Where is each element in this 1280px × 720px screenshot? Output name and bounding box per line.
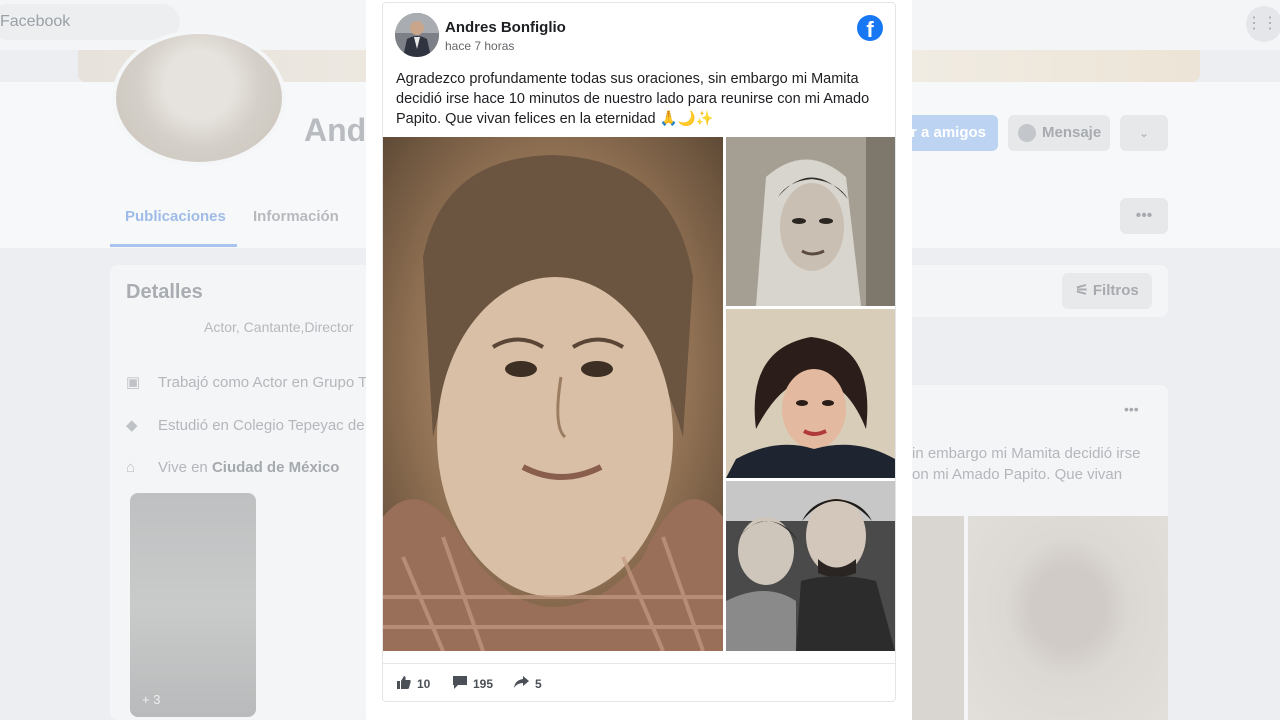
background-post: ••• in embargo mi Mamita decidió irse on…	[912, 385, 1168, 720]
share-button[interactable]: 5	[514, 676, 542, 691]
messenger-icon	[1018, 124, 1036, 143]
profile-avatar[interactable]	[112, 30, 286, 166]
thumbs-up-icon	[397, 676, 411, 692]
chevron-down-icon[interactable]: ⌄	[1120, 115, 1168, 151]
message-label: Mensaje	[1042, 124, 1102, 141]
post-photo-3[interactable]	[726, 309, 895, 478]
post-frame: Andres Bonfiglio hace 7 horas f Agradezc…	[366, 0, 912, 720]
post-photo-2[interactable]	[726, 137, 895, 306]
detail-education: ◆ Estudió en Colegio Tepeyac de	[126, 416, 365, 434]
background-post-photo	[912, 516, 964, 720]
detail-work-text: Trabajó como Actor en Grupo T	[158, 374, 368, 391]
post-author[interactable]: Andres Bonfiglio	[445, 19, 566, 36]
post-card: Andres Bonfiglio hace 7 horas f Agradezc…	[382, 2, 896, 702]
details-title: Detalles	[126, 281, 203, 303]
bio-text: Actor, Cantante,Director	[204, 319, 354, 335]
post-text: Agradezco profundamente todas sus oracio…	[396, 71, 870, 127]
detail-home-prefix: Vive en	[158, 459, 212, 476]
comment-icon	[453, 676, 467, 692]
profile-name: And	[304, 112, 367, 148]
background-post-line-2: on mi Amado Papito. Que vivan	[912, 466, 1123, 483]
author-avatar[interactable]	[395, 13, 439, 57]
photo-thumbnail[interactable]: + 3	[130, 493, 256, 717]
more-options-icon[interactable]: •••	[1120, 198, 1168, 234]
home-icon: ⌂	[126, 459, 136, 476]
comment-button[interactable]: 195	[453, 676, 493, 692]
post-photo-4[interactable]	[726, 481, 895, 651]
like-count: 10	[417, 677, 431, 691]
post-timestamp[interactable]: hace 7 horas	[445, 39, 514, 53]
details-card: Detalles Actor, Cantante,Director ▣ Traba…	[110, 265, 370, 720]
post-options-icon[interactable]: •••	[1124, 401, 1139, 417]
tab-publicaciones[interactable]: Publicaciones	[125, 208, 226, 225]
share-arrow-icon	[514, 676, 529, 691]
message-button[interactable]: Mensaje	[1008, 115, 1110, 151]
like-button[interactable]: 10	[397, 676, 430, 692]
sliders-icon: ⚟	[1075, 282, 1093, 299]
search-input[interactable]: Facebook	[0, 4, 180, 40]
filters-button[interactable]: ⚟ Filtros	[1062, 273, 1152, 309]
detail-home-city[interactable]: Ciudad de México	[212, 459, 340, 476]
menu-grid-icon[interactable]: ⋮⋮⋮	[1246, 6, 1280, 42]
photo-more-count: + 3	[142, 692, 161, 707]
background-post-line-1: in embargo mi Mamita decidió irse	[912, 445, 1141, 462]
active-tab-indicator	[110, 244, 237, 247]
post-photo-grid	[383, 137, 895, 651]
share-count: 5	[535, 676, 542, 691]
tab-informacion[interactable]: Información	[253, 208, 339, 225]
comment-count: 195	[473, 677, 494, 691]
background-post-text: in embargo mi Mamita decidió irse on mi …	[912, 443, 1152, 485]
post-actions: 10 195 5	[383, 663, 895, 703]
background-post-photo	[968, 516, 1168, 720]
post-photo-main[interactable]	[383, 137, 723, 651]
detail-work: ▣ Trabajó como Actor en Grupo T	[126, 373, 367, 391]
detail-education-text: Estudió en Colegio Tepeyac de	[158, 417, 365, 434]
graduation-cap-icon: ◆	[126, 417, 138, 434]
facebook-logo-icon: f	[857, 15, 883, 41]
filters-label: Filtros	[1092, 282, 1139, 299]
filters-bar: ⚟ Filtros	[912, 265, 1168, 317]
briefcase-icon: ▣	[126, 374, 141, 391]
detail-home: ⌂ Vive en Ciudad de México	[126, 459, 339, 476]
